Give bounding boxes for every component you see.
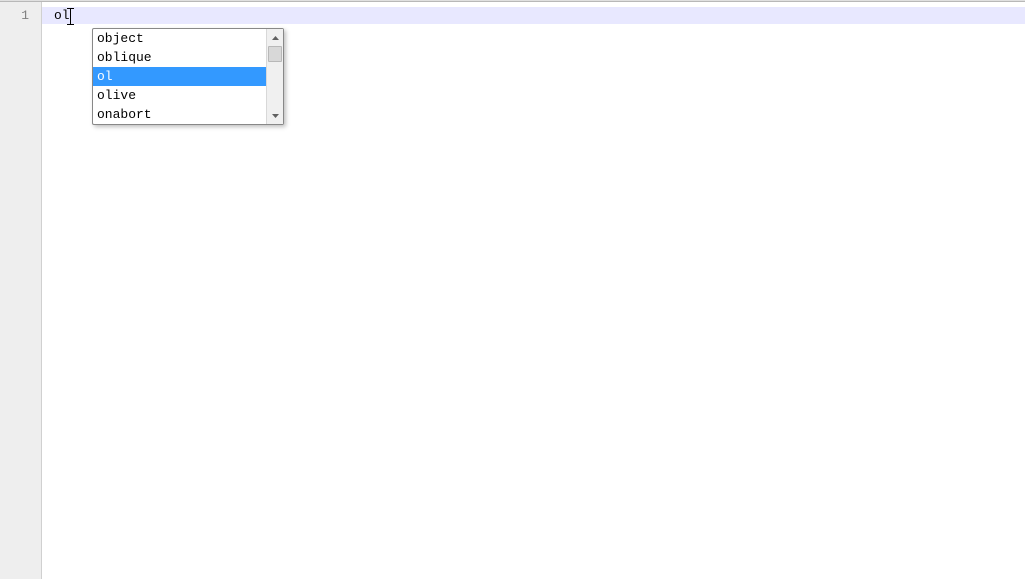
scroll-thumb[interactable] <box>268 46 282 62</box>
code-text[interactable]: ol <box>54 7 71 24</box>
autocomplete-item[interactable]: olive <box>93 86 266 105</box>
autocomplete-list[interactable]: object oblique ol olive onabort <box>93 29 266 124</box>
autocomplete-item[interactable]: object <box>93 29 266 48</box>
line-number: 1 <box>0 7 41 24</box>
chevron-up-icon <box>272 36 279 40</box>
autocomplete-item[interactable]: onabort <box>93 105 266 124</box>
autocomplete-item-label: object <box>97 31 144 46</box>
scroll-down-button[interactable] <box>267 107 283 124</box>
code-area[interactable]: ol object oblique ol olive onabort <box>42 2 1025 579</box>
autocomplete-item-label: ol <box>97 69 113 84</box>
autocomplete-popup[interactable]: object oblique ol olive onabort <box>92 28 284 125</box>
scroll-track[interactable] <box>267 46 283 107</box>
scroll-up-button[interactable] <box>267 29 283 46</box>
autocomplete-item-label: olive <box>97 88 136 103</box>
editor-container: 1 ol object oblique ol olive onabort <box>0 2 1025 579</box>
autocomplete-item-selected[interactable]: ol <box>93 67 266 86</box>
gutter: 1 <box>0 2 42 579</box>
text-cursor-icon <box>70 9 71 24</box>
current-line-highlight <box>42 7 1025 24</box>
typed-text: ol <box>54 8 70 23</box>
autocomplete-item[interactable]: oblique <box>93 48 266 67</box>
autocomplete-item-label: oblique <box>97 50 152 65</box>
scrollbar[interactable] <box>266 29 283 124</box>
chevron-down-icon <box>272 114 279 118</box>
autocomplete-item-label: onabort <box>97 107 152 122</box>
